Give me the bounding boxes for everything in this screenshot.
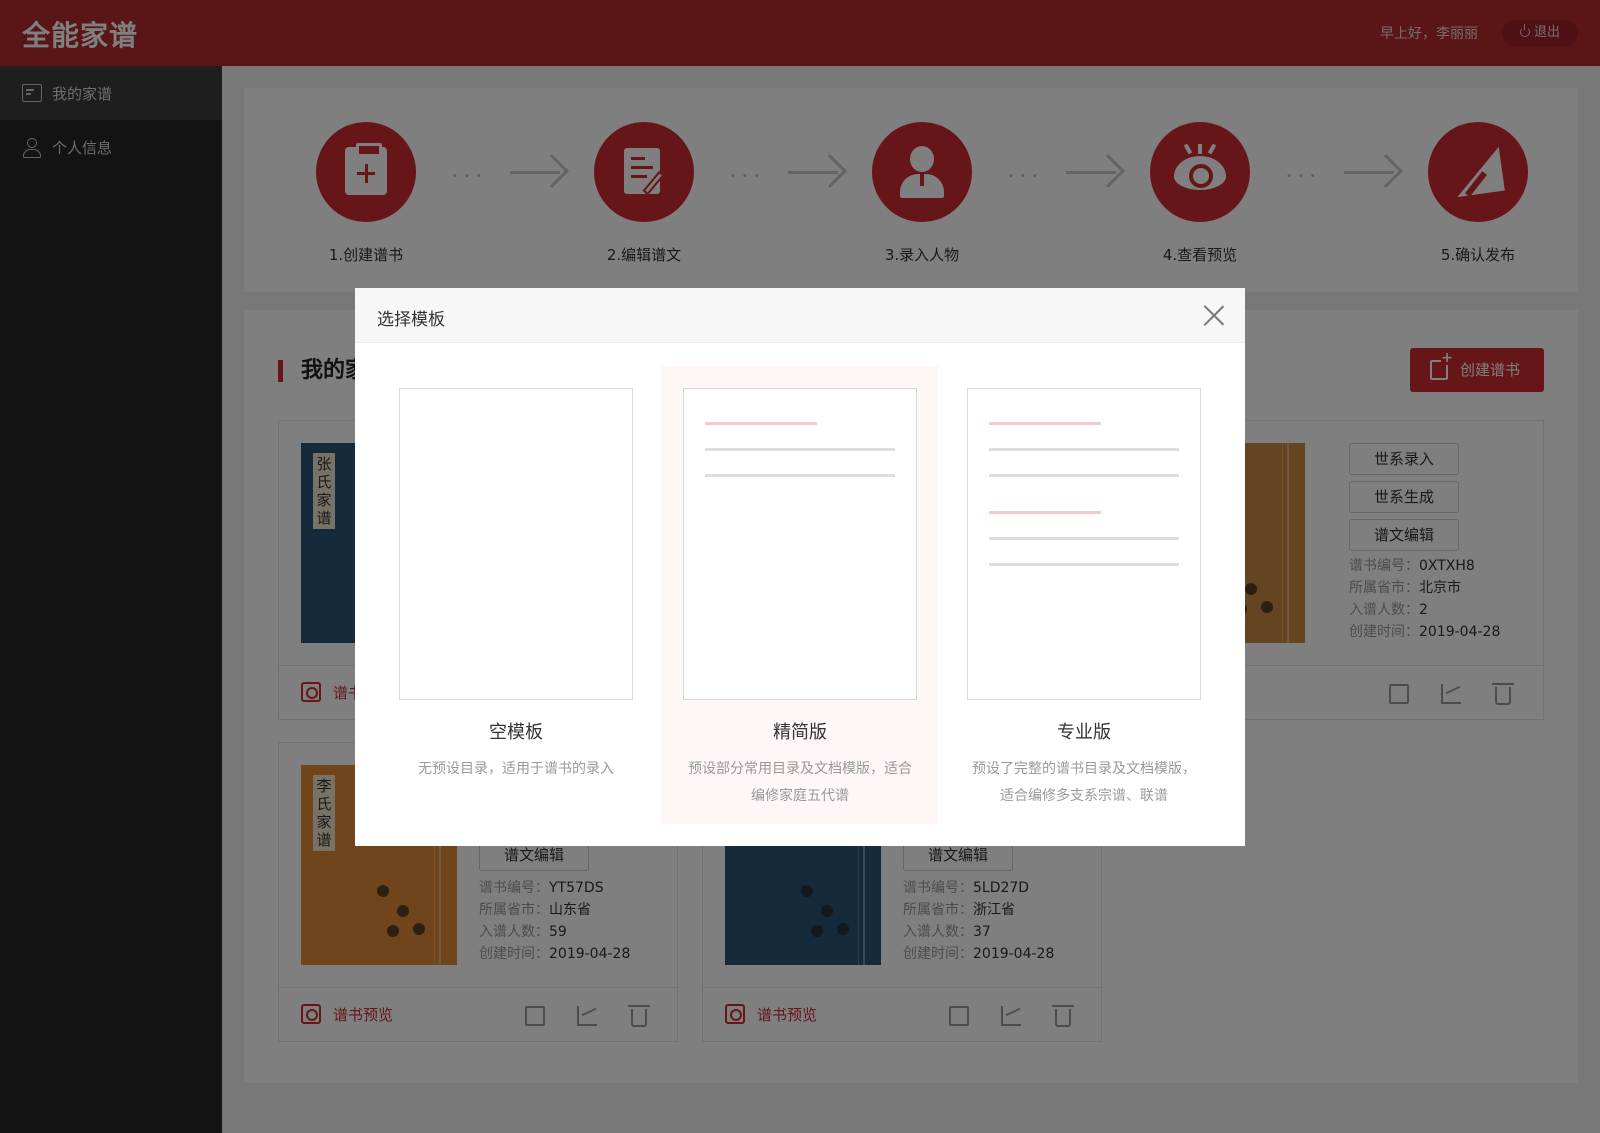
template-option-empty[interactable]: 空模板 无预设目录，适用于谱书的录入 [355,366,633,824]
template-option-simple[interactable]: 精简版 预设部分常用目录及文档模版，适合编修家庭五代谱 [661,366,938,824]
template-name: 专业版 [1057,722,1111,743]
template-name: 精简版 [773,722,827,743]
modal-title: 选择模板 [377,310,445,330]
template-preview-page [683,388,917,700]
template-option-professional[interactable]: 专业版 预设了完整的谱书目录及文档模版，适合编修多支系宗谱、联谱 [945,366,1222,824]
modal-header: 选择模板 [355,288,1245,343]
template-description: 预设了完整的谱书目录及文档模版，适合编修多支系宗谱、联谱 [972,761,1196,804]
close-icon[interactable] [1203,304,1225,326]
template-description: 无预设目录，适用于谱书的录入 [418,761,614,777]
template-preview-page [967,388,1201,700]
template-preview-page [399,388,633,700]
template-description: 预设部分常用目录及文档模版，适合编修家庭五代谱 [688,761,912,804]
template-select-modal: 选择模板 空模板 无预设目录，适用于谱书的录入 精简版 预设部分常用目录及文档模… [355,288,1245,846]
template-name: 空模板 [489,722,543,743]
